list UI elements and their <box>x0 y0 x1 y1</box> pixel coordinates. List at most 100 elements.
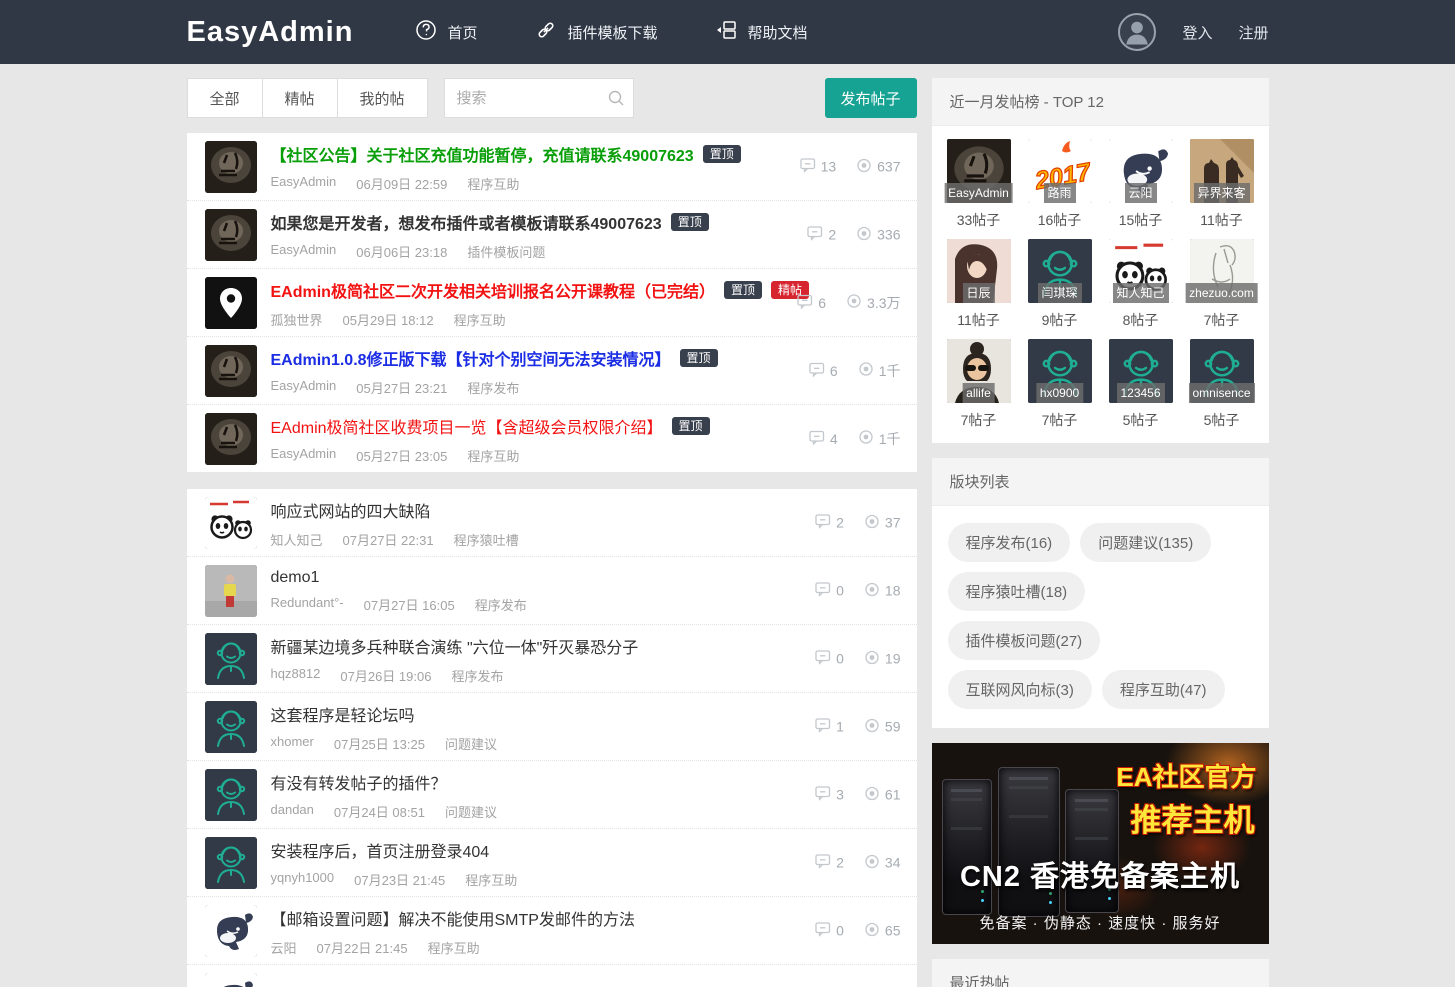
post-row[interactable]: EAdmin1.0.8修正版下载【针对个别空间无法安装情况】 置顶 EasyAd… <box>186 336 917 404</box>
post-title[interactable]: EAdmin1.0.8修正版下载【针对个别空间无法安装情况】 <box>271 346 671 370</box>
register-link[interactable]: 注册 <box>1238 22 1268 43</box>
ad-banner[interactable]: EA社区官方 推荐主机 CN2 香港免备案主机 免备案 · 伪静态 · 速度快 … <box>931 743 1269 944</box>
post-avatar[interactable] <box>204 565 257 617</box>
post-author[interactable]: 孤独世界 <box>271 310 323 329</box>
post-category[interactable]: 程序发布 <box>467 378 519 397</box>
top-user[interactable]: EasyAdmin 33帖子 <box>944 139 1013 230</box>
post-row[interactable]: 响应式网站的四大缺陷 知人知己 07月27日 22:31 程序猿吐槽 2 37 <box>187 489 917 556</box>
top-user[interactable]: allife 7帖子 <box>946 339 1012 430</box>
top-user[interactable]: 123456 5帖子 <box>1108 339 1174 430</box>
post-title[interactable]: 【社区功能扩展插件】关注、收藏、打赏、点赞、倒序看帖、只看楼主 <box>271 983 767 987</box>
post-title[interactable]: 这套程序是轻论坛吗 <box>271 702 415 726</box>
nav-item-home[interactable]: 首页 <box>415 19 477 45</box>
post-row[interactable]: 这套程序是轻论坛吗 xhomer 07月25日 13:25 问题建议 1 59 <box>186 692 917 760</box>
board-tag[interactable]: 互联网风向标(3) <box>947 670 1092 709</box>
post-title[interactable]: 有没有转发帖子的插件？ <box>271 770 447 794</box>
post-row[interactable]: 如果您是开发者，想发布插件或者模板请联系49007623 置顶 EasyAdmi… <box>186 200 917 268</box>
post-author[interactable]: hqz8812 <box>271 666 321 685</box>
post-avatar[interactable] <box>204 973 257 987</box>
top-user[interactable]: hx0900 7帖子 <box>1027 339 1093 430</box>
new-post-button[interactable]: 发布帖子 <box>824 78 917 118</box>
top-user[interactable]: 异界来客 11帖子 <box>1189 139 1255 230</box>
eye-icon <box>846 293 862 312</box>
board-tag[interactable]: 程序互助(47) <box>1101 670 1225 709</box>
nav-item-plugins[interactable]: 插件模板下载 <box>535 19 657 45</box>
post-category[interactable]: 程序互助 <box>465 870 517 889</box>
post-category[interactable]: 插件模板问题 <box>467 242 545 261</box>
post-avatar[interactable] <box>204 633 257 685</box>
post-author[interactable]: 知人知己 <box>271 530 323 549</box>
post-author[interactable]: EasyAdmin <box>271 242 337 261</box>
post-category[interactable]: 程序猿吐槽 <box>454 530 519 549</box>
post-title[interactable]: 新疆某边境多兵种联合演练 "六位一体"歼灭暴恐分子 <box>271 634 639 658</box>
post-category[interactable]: 问题建议 <box>445 734 497 753</box>
post-author[interactable]: xhomer <box>271 734 314 753</box>
post-avatar[interactable] <box>204 769 257 821</box>
post-avatar[interactable] <box>204 277 257 329</box>
post-avatar[interactable] <box>204 413 257 465</box>
post-avatar[interactable] <box>204 209 257 261</box>
site-logo[interactable]: EasyAdmin <box>187 16 354 49</box>
filter-tab[interactable]: 精帖 <box>261 78 338 118</box>
filter-tab[interactable]: 我的帖 <box>336 78 428 118</box>
top-user-post-count: 5帖子 <box>1122 412 1159 428</box>
post-row[interactable]: 有没有转发帖子的插件？ dandan 07月24日 08:51 问题建议 3 6… <box>186 760 917 828</box>
top-user[interactable]: 知人知己 8帖子 <box>1108 239 1174 330</box>
top-user[interactable]: zhezuo.com 7帖子 <box>1185 239 1258 330</box>
nav-item-docs[interactable]: 帮助文档 <box>715 19 808 45</box>
login-link[interactable]: 登入 <box>1182 22 1212 43</box>
post-title[interactable]: 安装程序后，首页注册登录404 <box>271 838 490 862</box>
post-avatar[interactable] <box>204 837 257 889</box>
post-row[interactable]: EAdmin极简社区收费项目一览【含超级会员权限介绍】 置顶 EasyAdmin… <box>186 404 917 472</box>
eye-icon <box>858 429 874 448</box>
top-user[interactable]: 日辰 11帖子 <box>946 239 1012 330</box>
post-avatar[interactable] <box>204 497 257 549</box>
link-icon <box>535 19 557 45</box>
post-avatar[interactable] <box>204 701 257 753</box>
search-input[interactable] <box>443 78 634 118</box>
post-author[interactable]: EasyAdmin <box>271 446 337 465</box>
top-user[interactable]: 2017 路雨 16帖子 <box>1027 139 1093 230</box>
post-avatar[interactable] <box>204 905 257 957</box>
post-title[interactable]: demo1 <box>271 569 320 587</box>
post-title[interactable]: EAdmin极简社区二次开发相关培训报名公开课教程（已完结） <box>271 278 715 302</box>
post-author[interactable]: 云阳 <box>271 938 297 957</box>
post-category[interactable]: 程序发布 <box>475 595 527 614</box>
post-author[interactable]: yqnyh1000 <box>271 870 335 889</box>
post-avatar[interactable] <box>204 141 257 193</box>
post-category[interactable]: 程序互助 <box>467 446 519 465</box>
post-avatar[interactable] <box>204 345 257 397</box>
post-row[interactable]: 【邮箱设置问题】解决不能使用SMTP发邮件的方法 云阳 07月22日 21:45… <box>186 896 917 964</box>
post-author[interactable]: Redundant°- <box>271 595 344 614</box>
post-title[interactable]: 响应式网站的四大缺陷 <box>271 498 431 522</box>
post-title[interactable]: 如果您是开发者，想发布插件或者模板请联系49007623 <box>271 210 662 234</box>
post-author[interactable]: EasyAdmin <box>271 174 337 193</box>
board-tag[interactable]: 问题建议(135) <box>1080 523 1212 562</box>
post-row[interactable]: demo1 Redundant°- 07月27日 16:05 程序发布 0 18 <box>186 556 917 624</box>
post-author[interactable]: dandan <box>271 802 314 821</box>
eye-icon <box>856 157 872 176</box>
post-category[interactable]: 程序互助 <box>428 938 480 957</box>
post-row[interactable]: 【社区功能扩展插件】关注、收藏、打赏、点赞、倒序看帖、只看楼主 <box>186 964 917 987</box>
post-title[interactable]: 【社区公告】关于社区充值功能暂停，充值请联系49007623 <box>271 142 694 166</box>
post-category[interactable]: 程序互助 <box>454 310 506 329</box>
filter-tab[interactable]: 全部 <box>186 78 263 118</box>
eye-icon <box>864 921 880 940</box>
post-category[interactable]: 程序发布 <box>451 666 503 685</box>
board-tag[interactable]: 插件模板问题(27) <box>947 621 1101 660</box>
post-row[interactable]: EAdmin极简社区二次开发相关培训报名公开课教程（已完结） 置顶 精帖 孤独世… <box>186 268 917 336</box>
top-user[interactable]: 闫琪琛 9帖子 <box>1027 239 1093 330</box>
post-row[interactable]: 安装程序后，首页注册登录404 yqnyh1000 07月23日 21:45 程… <box>186 828 917 896</box>
post-category[interactable]: 程序互助 <box>467 174 519 193</box>
board-tag[interactable]: 程序发布(16) <box>947 523 1071 562</box>
post-row[interactable]: 【社区公告】关于社区充值功能暂停，充值请联系49007623 置顶 EasyAd… <box>187 133 917 200</box>
post-title[interactable]: 【邮箱设置问题】解决不能使用SMTP发邮件的方法 <box>271 906 635 930</box>
post-row[interactable]: 新疆某边境多兵种联合演练 "六位一体"歼灭暴恐分子 hqz8812 07月26日… <box>186 624 917 692</box>
top-user[interactable]: 云阳 15帖子 <box>1108 139 1174 230</box>
top-user[interactable]: omnisence 5帖子 <box>1188 339 1255 430</box>
post-author[interactable]: EasyAdmin <box>271 378 337 397</box>
user-avatar[interactable] <box>1118 13 1157 51</box>
post-category[interactable]: 问题建议 <box>445 802 497 821</box>
post-title[interactable]: EAdmin极简社区收费项目一览【含超级会员权限介绍】 <box>271 414 663 438</box>
board-tag[interactable]: 程序猿吐槽(18) <box>947 572 1086 611</box>
